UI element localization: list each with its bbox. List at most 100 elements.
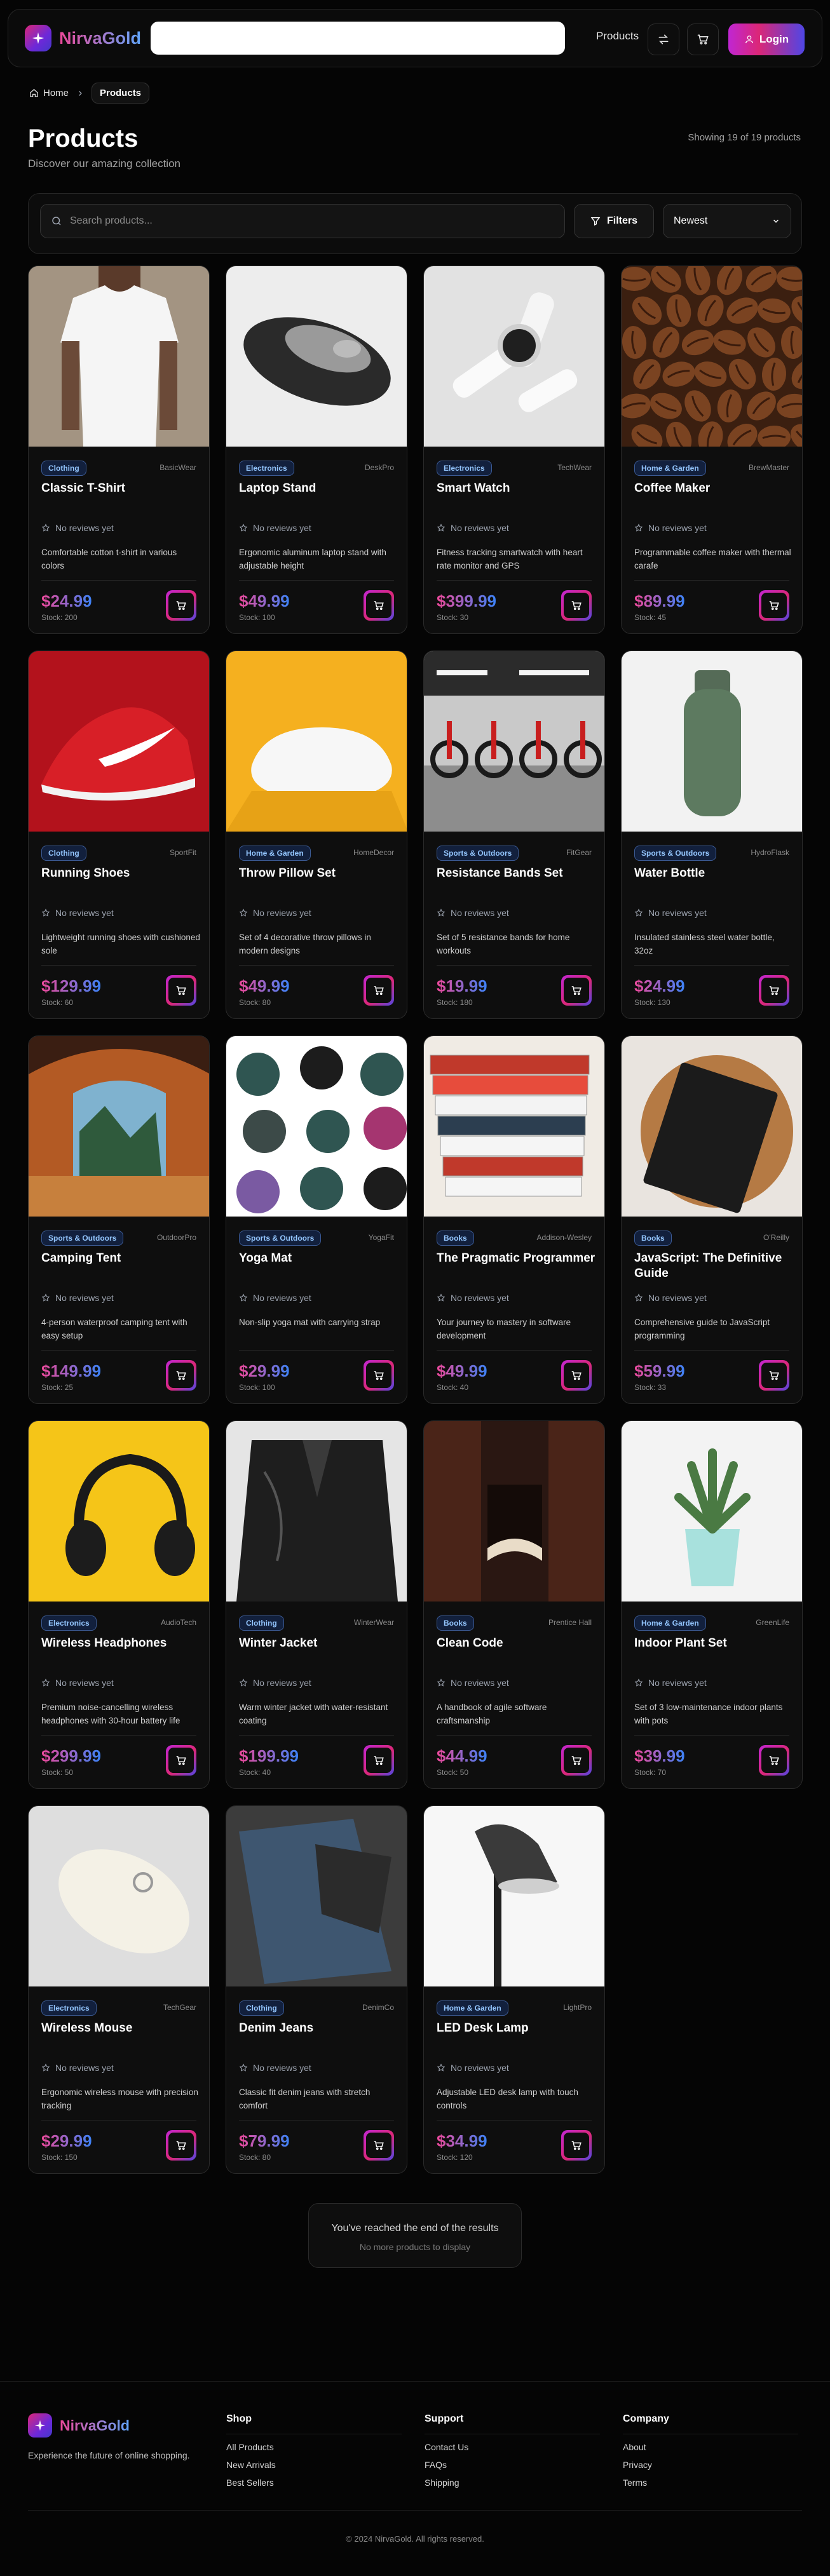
product-image[interactable]	[226, 1036, 407, 1217]
product-card[interactable]: Clothing WinterWear Winter Jacket No review…	[226, 1420, 407, 1789]
add-to-cart-button[interactable]	[364, 1360, 394, 1391]
breadcrumb-home[interactable]: Home	[29, 88, 69, 98]
product-name[interactable]: Running Shoes	[41, 866, 200, 881]
footer-link[interactable]: Terms	[623, 2478, 798, 2488]
product-name[interactable]: Smart Watch	[437, 481, 595, 496]
add-to-cart-button[interactable]	[166, 1745, 196, 1776]
product-name[interactable]: Classic T-Shirt	[41, 481, 200, 496]
add-to-cart-button[interactable]	[364, 590, 394, 621]
add-to-cart-button[interactable]	[561, 1745, 592, 1776]
product-image[interactable]	[622, 1036, 802, 1217]
product-name[interactable]: Denim Jeans	[239, 2021, 398, 2036]
product-name[interactable]: Yoga Mat	[239, 1251, 398, 1266]
add-to-cart-button[interactable]	[166, 590, 196, 621]
product-card[interactable]: Sports & Outdoors HydroFlask Water Bottle N…	[621, 651, 803, 1019]
footer-brand[interactable]: NirvaGold	[28, 2413, 130, 2438]
product-name[interactable]: Laptop Stand	[239, 481, 398, 496]
product-card[interactable]: Books O'Reilly JavaScript: The Definitive …	[621, 1035, 803, 1404]
filters-button[interactable]: Filters	[574, 204, 654, 238]
product-image[interactable]	[424, 651, 604, 832]
footer-link[interactable]: About	[623, 2442, 798, 2452]
card-divider	[41, 2120, 196, 2121]
product-image[interactable]	[622, 651, 802, 832]
add-to-cart-button[interactable]	[364, 1745, 394, 1776]
product-name[interactable]: Wireless Headphones	[41, 1636, 200, 1651]
product-name[interactable]: Throw Pillow Set	[239, 866, 398, 881]
product-image[interactable]	[29, 1036, 209, 1217]
product-name[interactable]: Coffee Maker	[634, 481, 793, 496]
nav-link-products[interactable]: Products	[596, 30, 639, 43]
product-card[interactable]: Electronics DeskPro Laptop Stand No reviews…	[226, 266, 407, 634]
add-to-cart-button[interactable]	[364, 2130, 394, 2161]
product-card[interactable]: Books Prentice Hall Clean Code No reviews y…	[423, 1420, 605, 1789]
product-name[interactable]: LED Desk Lamp	[437, 2021, 595, 2036]
search-input[interactable]	[70, 215, 553, 227]
product-image[interactable]	[226, 1421, 407, 1602]
footer-link[interactable]: Shipping	[425, 2478, 600, 2488]
product-image[interactable]	[226, 1806, 407, 1986]
product-card[interactable]: Home & Garden LightPro LED Desk Lamp No rev…	[423, 1805, 605, 2174]
product-name[interactable]: The Pragmatic Programmer	[437, 1251, 595, 1266]
add-to-cart-button[interactable]	[561, 590, 592, 621]
brand-logo[interactable]: NirvaGold	[25, 25, 141, 51]
sort-select[interactable]: Newest	[663, 204, 791, 238]
product-card[interactable]: Sports & Outdoors FitGear Resistance Bands…	[423, 651, 605, 1019]
product-card[interactable]: Home & Garden HomeDecor Throw Pillow Set No…	[226, 651, 407, 1019]
product-card[interactable]: Clothing BasicWear Classic T-Shirt No revie…	[28, 266, 210, 634]
product-image[interactable]	[226, 651, 407, 832]
product-card[interactable]: Electronics AudioTech Wireless Headphones N…	[28, 1420, 210, 1789]
add-to-cart-button[interactable]	[166, 975, 196, 1006]
product-image[interactable]	[29, 1806, 209, 1986]
product-image[interactable]	[424, 1806, 604, 1986]
product-name[interactable]: Indoor Plant Set	[634, 1636, 793, 1651]
compare-button[interactable]	[648, 24, 679, 55]
add-to-cart-button[interactable]	[166, 2130, 196, 2161]
product-card[interactable]: Sports & Outdoors YogaFit Yoga Mat No revie…	[226, 1035, 407, 1404]
header-search-bar[interactable]	[151, 22, 565, 55]
product-image[interactable]	[424, 1421, 604, 1602]
add-to-cart-button[interactable]	[364, 975, 394, 1006]
footer-link[interactable]: All Products	[226, 2442, 402, 2452]
product-image[interactable]	[29, 1421, 209, 1602]
product-card[interactable]: Sports & Outdoors OutdoorPro Camping Tent N…	[28, 1035, 210, 1404]
add-to-cart-icon	[571, 2141, 582, 2150]
product-name[interactable]: Wireless Mouse	[41, 2021, 200, 2036]
product-image[interactable]	[29, 266, 209, 447]
add-to-cart-button[interactable]	[561, 1360, 592, 1391]
product-card[interactable]: Home & Garden BrewMaster Coffee Maker No re…	[621, 266, 803, 634]
product-name[interactable]: JavaScript: The Definitive Guide	[634, 1251, 793, 1281]
product-card[interactable]: Clothing DenimCo Denim Jeans No reviews yet…	[226, 1805, 407, 2174]
product-name[interactable]: Winter Jacket	[239, 1636, 398, 1651]
product-image[interactable]	[622, 266, 802, 447]
product-image[interactable]	[424, 266, 604, 447]
product-name[interactable]: Camping Tent	[41, 1251, 200, 1266]
add-to-cart-button[interactable]	[561, 2130, 592, 2161]
product-image[interactable]	[622, 1421, 802, 1602]
product-name[interactable]: Clean Code	[437, 1636, 595, 1651]
product-image[interactable]	[29, 651, 209, 832]
footer-link[interactable]: Best Sellers	[226, 2478, 402, 2488]
search-icon	[52, 217, 61, 226]
footer-link[interactable]: Contact Us	[425, 2442, 600, 2452]
product-name[interactable]: Water Bottle	[634, 866, 793, 881]
product-card[interactable]: Home & Garden GreenLife Indoor Plant Set No…	[621, 1420, 803, 1789]
add-to-cart-button[interactable]	[166, 1360, 196, 1391]
add-to-cart-button[interactable]	[759, 975, 789, 1006]
footer-link[interactable]: New Arrivals	[226, 2460, 402, 2470]
product-name[interactable]: Resistance Bands Set	[437, 866, 595, 881]
product-image[interactable]	[226, 266, 407, 447]
cart-button[interactable]	[687, 24, 719, 55]
product-card[interactable]: Clothing SportFit Running Shoes No reviews …	[28, 651, 210, 1019]
add-to-cart-button[interactable]	[759, 1745, 789, 1776]
arrows-exchange-icon	[658, 34, 669, 44]
footer-link[interactable]: Privacy	[623, 2460, 798, 2470]
login-button[interactable]: Login	[728, 24, 805, 55]
product-card[interactable]: Electronics TechWear Smart Watch No reviews…	[423, 266, 605, 634]
product-image[interactable]	[424, 1036, 604, 1217]
add-to-cart-button[interactable]	[561, 975, 592, 1006]
footer-link[interactable]: FAQs	[425, 2460, 600, 2470]
product-card[interactable]: Electronics TechGear Wireless Mouse No revi…	[28, 1805, 210, 2174]
add-to-cart-button[interactable]	[759, 590, 789, 621]
add-to-cart-button[interactable]	[759, 1360, 789, 1391]
product-card[interactable]: Books Addison-Wesley The Pragmatic Program…	[423, 1035, 605, 1404]
